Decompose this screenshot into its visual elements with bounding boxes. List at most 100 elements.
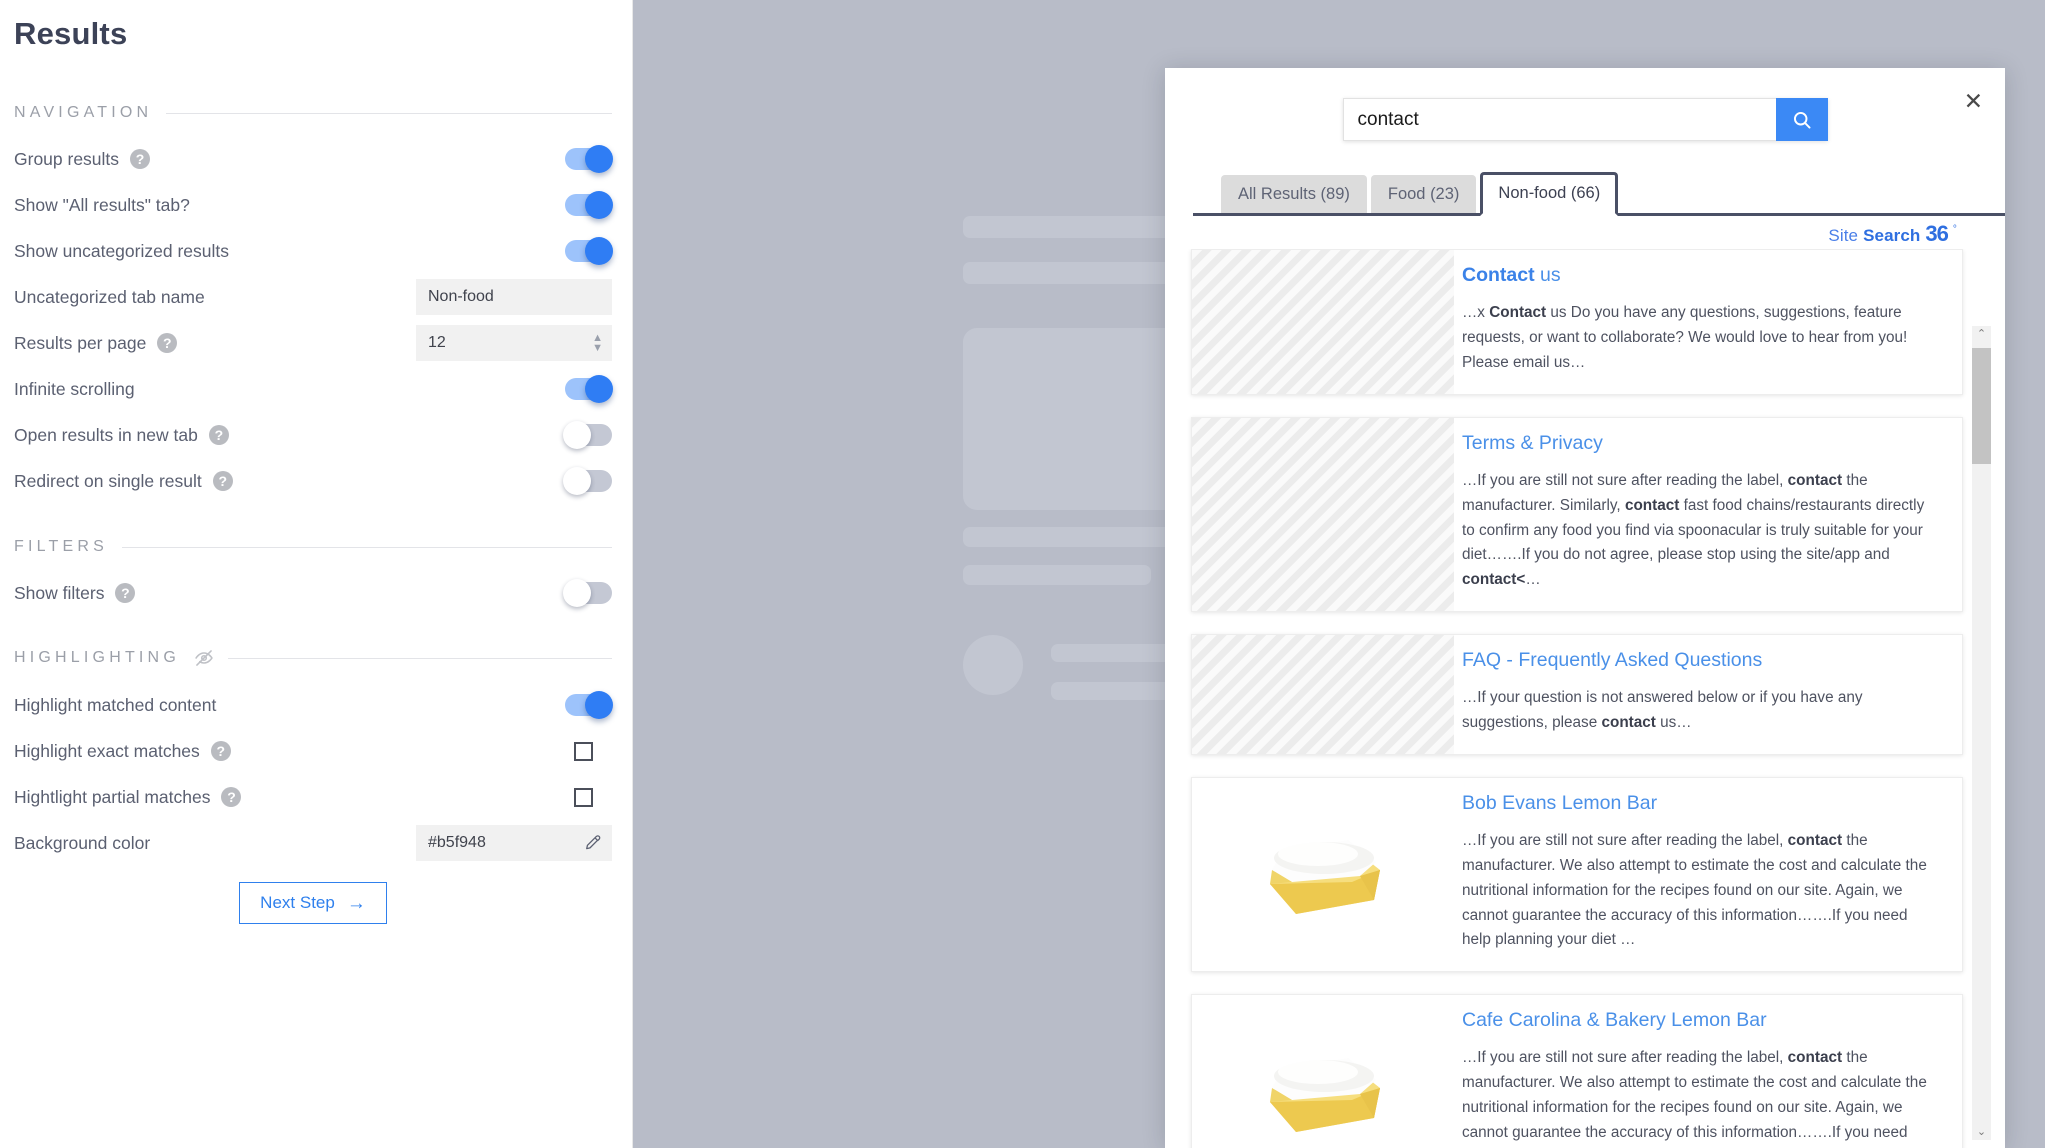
setting-label: Highlight exact matches ? <box>14 741 231 762</box>
uncategorized-tab-name-input[interactable]: Non-food <box>416 279 612 315</box>
toggle-highlight-matched-content[interactable] <box>565 691 613 719</box>
next-step-button[interactable]: Next Step → <box>239 882 387 924</box>
close-icon[interactable]: ✕ <box>1964 90 1983 113</box>
results-list[interactable]: Contact us …x Contact us Do you have any… <box>1165 249 2005 1148</box>
result-card[interactable]: Cafe Carolina & Bakery Lemon Bar …If you… <box>1191 994 1963 1148</box>
brand-strong: Search <box>1863 226 1921 245</box>
results-per-page-value: 12 <box>428 334 446 351</box>
setting-label: Infinite scrolling <box>14 379 135 400</box>
result-title[interactable]: Contact us <box>1462 264 1940 287</box>
tab-non-food[interactable]: Non-food (66) <box>1480 172 1619 216</box>
setting-label: Show "All results" tab? <box>14 195 190 216</box>
stepper-down-icon[interactable]: ▼ <box>592 342 603 352</box>
checkbox-highlight-partial-matches[interactable] <box>574 787 593 807</box>
result-title[interactable]: FAQ - Frequently Asked Questions <box>1462 649 1940 672</box>
setting-label: Redirect on single result ? <box>14 471 233 492</box>
checkbox-wrap <box>565 741 612 761</box>
help-icon[interactable]: ? <box>221 787 242 807</box>
checkbox-highlight-exact-matches[interactable] <box>574 741 593 761</box>
toggle-redirect-on-single-result[interactable] <box>563 467 612 495</box>
search-box <box>1342 98 1828 141</box>
scroll-down-icon[interactable]: ⌄ <box>1977 1124 1986 1140</box>
results-per-page-stepper[interactable]: 12 ▲ ▼ <box>416 325 612 361</box>
scrollbar-track[interactable] <box>1972 342 1991 1124</box>
section-divider <box>122 546 612 548</box>
setting-label-text: Show uncategorized results <box>14 240 229 261</box>
setting-row-results-per-page: Results per page ? 12 ▲ ▼ <box>14 320 612 366</box>
result-thumbnail <box>1192 777 1454 972</box>
results-tabs: All Results (89) Food (23) Non-food (66) <box>1193 172 2005 216</box>
setting-row-highlight-partial-matches: Hightlight partial matches ? <box>14 774 612 820</box>
toggle-knob <box>585 191 613 219</box>
toggle-show-uncategorized-results[interactable] <box>565 237 613 265</box>
background-color-value: #b5f948 <box>428 834 486 851</box>
section-header-navigation: NAVIGATION <box>14 104 612 122</box>
result-card[interactable]: Contact us …x Contact us Do you have any… <box>1191 249 1963 395</box>
page-title: Results <box>14 16 128 51</box>
eyedropper-icon[interactable] <box>584 834 602 852</box>
help-icon[interactable]: ? <box>130 149 151 169</box>
setting-row-background-color: Background color #b5f948 <box>14 820 612 866</box>
result-title-rest: Cafe Carolina & Bakery Lemon Bar <box>1462 1009 1767 1032</box>
toggle-show-all-results-tab[interactable] <box>565 191 613 219</box>
site-search-360-logo[interactable]: Site Search 36 ° <box>1828 221 1957 247</box>
toggle-infinite-scrolling[interactable] <box>565 375 613 403</box>
result-title-rest: Bob Evans Lemon Bar <box>1462 791 1658 814</box>
brand-prefix: Site <box>1828 226 1859 245</box>
toggle-knob <box>585 145 613 173</box>
result-card[interactable]: Bob Evans Lemon Bar …If you are still no… <box>1191 776 1963 973</box>
result-card[interactable]: Terms & Privacy …If you are still not su… <box>1191 416 1963 612</box>
setting-row-infinite-scrolling: Infinite scrolling <box>14 366 613 412</box>
help-icon[interactable]: ? <box>208 425 229 445</box>
toggle-knob <box>563 579 591 607</box>
section-divider <box>166 112 612 114</box>
result-title-rest: FAQ - Frequently Asked Questions <box>1462 648 1763 671</box>
result-title[interactable]: Cafe Carolina & Bakery Lemon Bar <box>1462 1009 1940 1032</box>
arrow-right-icon: → <box>346 892 366 914</box>
search-button[interactable] <box>1775 98 1828 141</box>
setting-label: Highlight matched content <box>14 695 216 716</box>
stepper-up-icon[interactable]: ▲ <box>592 333 603 343</box>
section-header-highlighting: HIGHLIGHTING <box>14 648 612 668</box>
search-input[interactable] <box>1342 98 1776 141</box>
toggle-group-results[interactable] <box>565 145 613 173</box>
tab-all-results[interactable]: All Results (89) <box>1221 175 1367 213</box>
help-icon[interactable]: ? <box>210 741 231 761</box>
result-card[interactable]: FAQ - Frequently Asked Questions …If you… <box>1191 633 1963 755</box>
help-icon[interactable]: ? <box>115 583 136 603</box>
toggle-knob <box>585 691 613 719</box>
result-body: Terms & Privacy …If you are still not su… <box>1454 418 1962 611</box>
result-snippet: …If you are still not sure after reading… <box>1462 1049 1927 1141</box>
result-title-rest: us <box>1534 264 1561 286</box>
result-title[interactable]: Terms & Privacy <box>1462 432 1940 455</box>
result-snippet: …If your question is not answered below … <box>1462 689 1863 732</box>
toggle-knob <box>563 467 591 495</box>
scrollbar-thumb[interactable] <box>1972 348 1991 464</box>
background-color-input[interactable]: #b5f948 <box>416 825 612 861</box>
results-scrollbar[interactable]: ⌃ ⌄ <box>1972 326 1991 1140</box>
help-icon[interactable]: ? <box>157 333 178 353</box>
setting-row-show-uncategorized-results: Show uncategorized results <box>14 228 613 274</box>
result-body: FAQ - Frequently Asked Questions …If you… <box>1454 635 1962 754</box>
help-icon[interactable]: ? <box>212 471 233 491</box>
setting-label: Show uncategorized results <box>14 241 229 262</box>
setting-label-text: Open results in new tab <box>14 424 198 445</box>
result-thumbnail-placeholder <box>1192 417 1454 611</box>
section-divider <box>227 657 612 659</box>
lemon-bar-icon <box>1270 840 1380 915</box>
setting-label-text: Hightlight partial matches <box>14 786 211 807</box>
eye-off-icon[interactable] <box>194 648 214 668</box>
scroll-up-icon[interactable]: ⌃ <box>1977 326 1986 342</box>
toggle-show-filters[interactable] <box>563 579 612 607</box>
result-body: Cafe Carolina & Bakery Lemon Bar …If you… <box>1454 995 1962 1148</box>
skeleton-line <box>963 565 1151 585</box>
result-title[interactable]: Bob Evans Lemon Bar <box>1462 792 1940 815</box>
setting-row-group-results: Group results ? <box>14 136 613 182</box>
lemon-bar-icon <box>1270 1057 1380 1132</box>
setting-row-redirect-on-single-result: Redirect on single result ? <box>14 458 612 504</box>
stepper-arrows-icon[interactable]: ▲ ▼ <box>592 333 603 353</box>
toggle-open-results-in-new-tab[interactable] <box>563 421 612 449</box>
brandline: Site Search 36 ° <box>1165 216 2005 249</box>
result-snippet: …If you are still not sure after reading… <box>1462 472 1925 589</box>
tab-food[interactable]: Food (23) <box>1370 175 1477 213</box>
